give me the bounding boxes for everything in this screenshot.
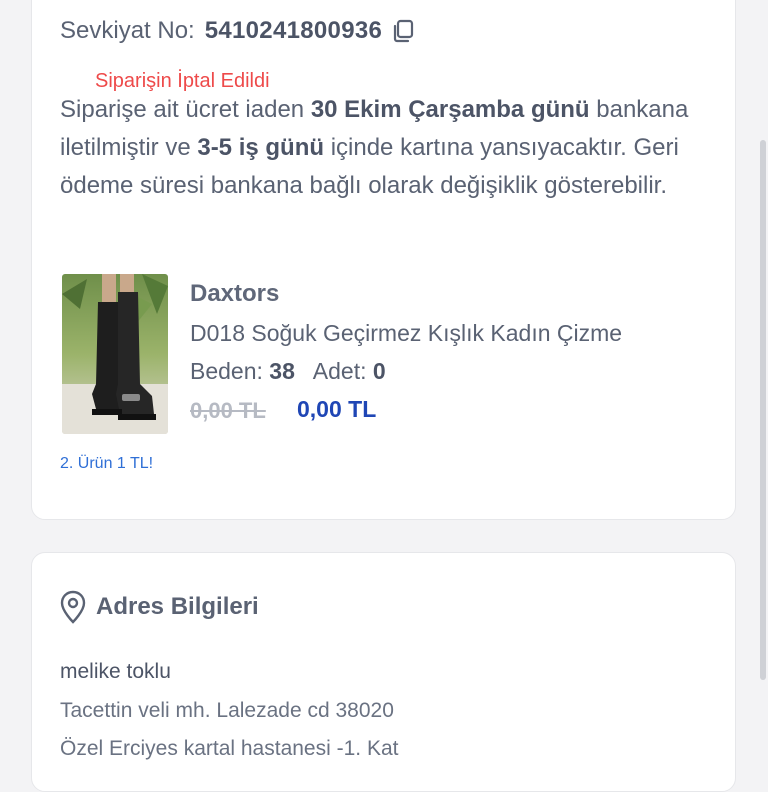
address-line-2: Özel Erciyes kartal hastanesi -1. Kat — [60, 737, 399, 760]
old-price: 0,00 TL — [190, 398, 266, 423]
address-line-1: Tacettin veli mh. Lalezade cd 38020 — [60, 699, 394, 722]
refund-days: 3-5 iş günü — [197, 134, 325, 161]
refund-message: Siparişe ait ücret iaden 30 Ekim Çarşamb… — [60, 91, 720, 205]
qty-value: 0 — [372, 358, 386, 384]
address-card: Adres Bilgileri melike toklu Tacettin ve… — [31, 552, 736, 792]
product-meta: Beden: 38 Adet: 0 — [190, 358, 386, 385]
promo-badge[interactable]: 2. Ürün 1 TL! — [60, 455, 153, 473]
shipment-row: Sevkiyat No: 5410241800936 — [60, 17, 416, 45]
shipment-label: Sevkiyat No: — [60, 17, 195, 44]
size-label: Beden: — [190, 358, 263, 384]
address-recipient: melike toklu — [60, 660, 171, 683]
product-brand: Daxtors — [190, 280, 280, 307]
shipment-number: 5410241800936 — [204, 17, 383, 44]
refund-date: 30 Ekim Çarşamba günü — [310, 96, 590, 123]
current-price: 0,00 TL — [297, 396, 377, 422]
refund-text-1: Siparişe ait ücret iaden — [60, 96, 311, 123]
scrollbar[interactable] — [760, 140, 766, 680]
order-status: Siparişin İptal Edildi — [95, 70, 270, 92]
product-name[interactable]: D018 Soğuk Geçirmez Kışlık Kadın Çizme — [190, 320, 720, 347]
qty-label: Adet: — [312, 358, 367, 384]
location-pin-icon — [60, 590, 86, 624]
product-image[interactable] — [62, 274, 168, 434]
size-value: 38 — [269, 358, 295, 384]
address-title: Adres Bilgileri — [96, 593, 259, 620]
shipment-card: Sevkiyat No: 5410241800936 Siparişin İpt… — [31, 0, 736, 520]
address-header: Adres Bilgileri — [60, 590, 259, 624]
copy-icon[interactable] — [390, 18, 416, 44]
